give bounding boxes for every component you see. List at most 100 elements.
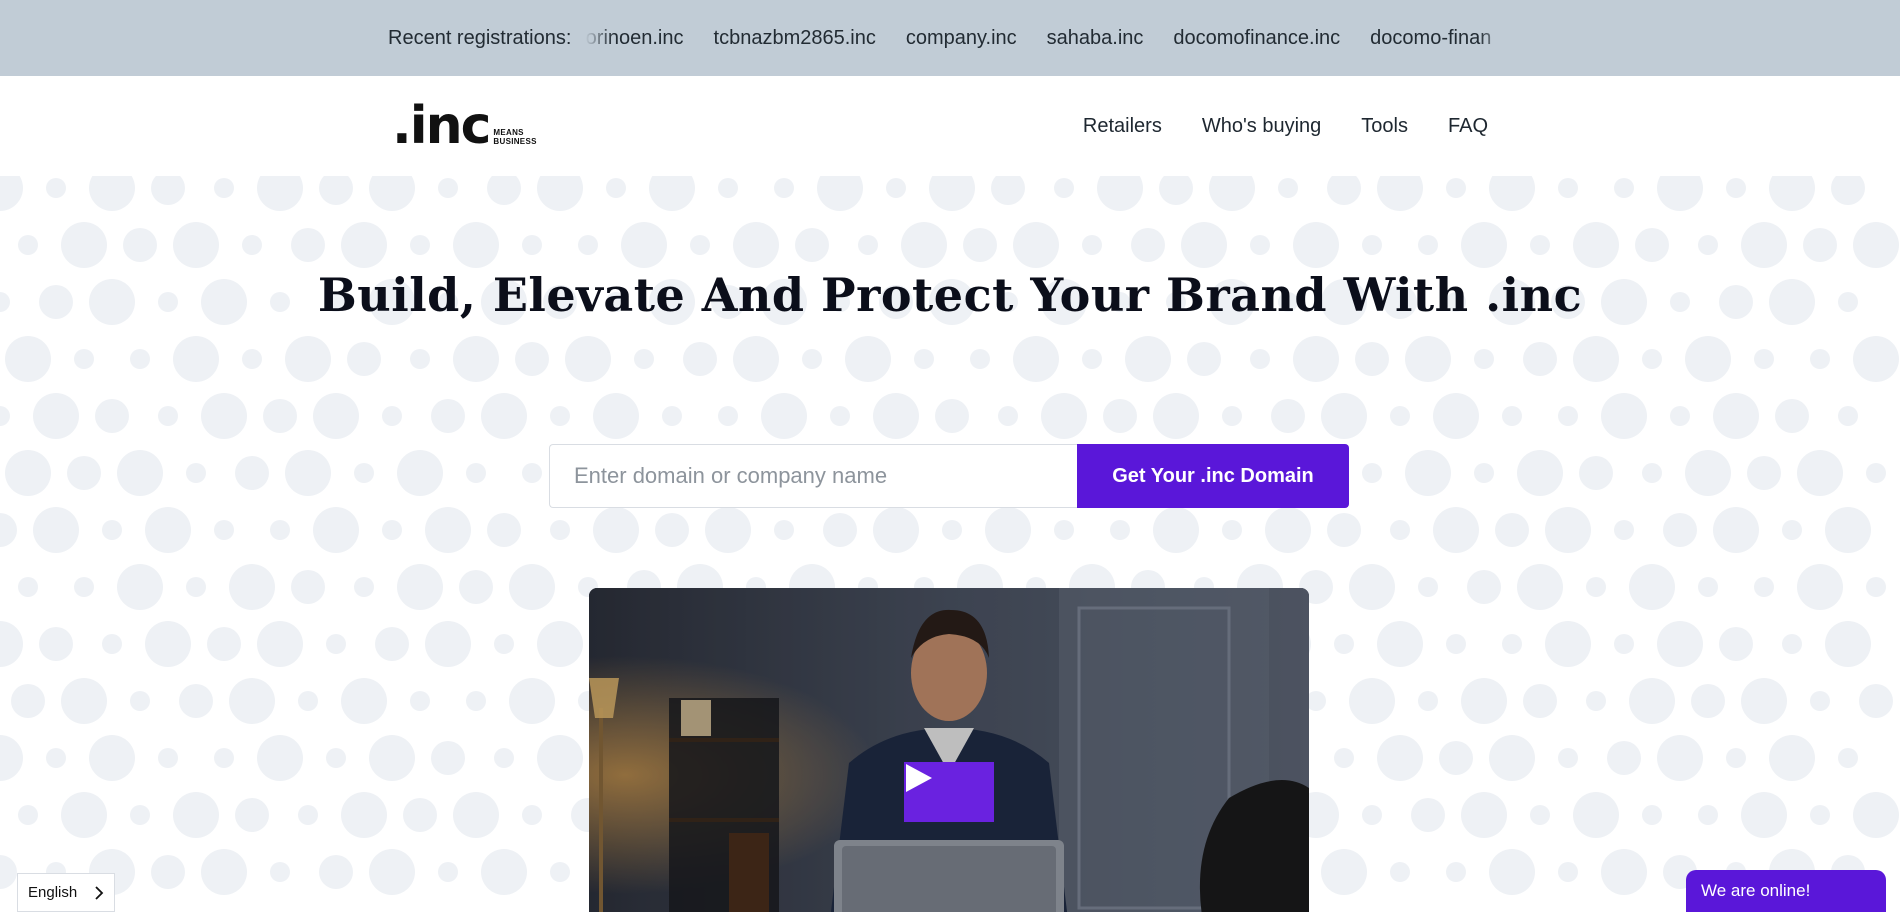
ticker-item[interactable]: tcbnazbm2865.inc [714,0,876,76]
decorative-dot [1446,862,1466,882]
decorative-dot [1418,691,1438,711]
domain-search-input[interactable] [549,444,1077,508]
decorative-dot [341,678,387,724]
decorative-dot [1489,176,1535,211]
decorative-dot [1698,235,1718,255]
decorative-dot [886,178,906,198]
decorative-dot [1362,235,1382,255]
decorative-dot [795,228,829,262]
promo-video[interactable] [589,588,1309,912]
decorative-dot [179,684,213,718]
decorative-dot [151,176,185,205]
decorative-dot [1769,176,1815,211]
ticker-item[interactable]: sahaba.inc [1047,0,1144,76]
logo-tagline: MEANS BUSINESS [493,128,536,146]
decorative-dot [341,792,387,838]
decorative-dot [1866,463,1886,483]
decorative-dot [117,450,163,496]
decorative-dot [425,507,471,553]
nav-retailers[interactable]: Retailers [1083,115,1162,138]
decorative-dot [397,564,443,610]
decorative-dot [985,507,1031,553]
decorative-dot [1741,678,1787,724]
decorative-dot [830,406,850,426]
nav-tools[interactable]: Tools [1361,115,1408,138]
decorative-dot [1558,178,1578,198]
decorative-dot [1769,735,1815,781]
chat-widget[interactable]: We are online! [1686,870,1886,912]
decorative-dot [1377,176,1423,211]
decorative-dot [823,513,857,547]
decorative-dot [1810,349,1830,369]
decorative-dot [1586,691,1606,711]
inc-logo[interactable]: .inc MEANS BUSINESS [392,100,537,152]
decorative-dot [235,456,269,490]
decorative-dot [733,336,779,382]
decorative-dot [1110,520,1130,540]
hero-title: Build, Elevate And Protect Your Brand Wi… [317,268,1583,322]
decorative-dot [1670,406,1690,426]
decorative-dot [1439,741,1473,775]
nav-faq[interactable]: FAQ [1448,115,1488,138]
decorative-dot [74,577,94,597]
ticker-item[interactable]: company.inc [906,0,1017,76]
decorative-dot [935,399,969,433]
get-domain-button[interactable]: Get Your .inc Domain [1077,444,1349,508]
decorative-dot [1698,805,1718,825]
decorative-dot [382,406,402,426]
decorative-dot [1390,862,1410,882]
decorative-dot [1362,805,1382,825]
decorative-dot [369,176,415,211]
decorative-dot [403,798,437,832]
decorative-dot [761,393,807,439]
logo-tagline-line-1: MEANS [493,128,524,137]
decorative-dot [410,349,430,369]
decorative-dot [509,678,555,724]
decorative-dot [1250,235,1270,255]
decorative-dot [257,735,303,781]
decorative-dot [1362,463,1382,483]
decorative-dot [11,684,45,718]
decorative-dot [1523,684,1557,718]
logo-mark: .inc [392,96,491,156]
decorative-dot [453,792,499,838]
ticker-item[interactable]: docomo-finan [1370,0,1491,76]
decorative-dot [61,792,107,838]
decorative-dot [326,748,346,768]
recent-registrations-ticker: morinoen.inc tcbnazbm2865.inc company.in… [585,0,1507,76]
decorative-dot [718,406,738,426]
decorative-dot [578,235,598,255]
decorative-dot [1642,349,1662,369]
decorative-dot [1573,792,1619,838]
decorative-dot [453,336,499,382]
ticker-item[interactable]: docomofinance.inc [1173,0,1340,76]
decorative-dot [1222,520,1242,540]
decorative-dot [1489,735,1535,781]
language-selector[interactable]: English [17,873,115,912]
decorative-dot [235,798,269,832]
nav-whos-buying[interactable]: Who's buying [1202,115,1321,138]
decorative-dot [1853,792,1899,838]
decorative-dot [1825,507,1871,553]
decorative-dot [634,349,654,369]
decorative-dot [1614,178,1634,198]
decorative-dot [1054,178,1074,198]
decorative-dot [123,228,157,262]
decorative-dot [1405,450,1451,496]
decorative-dot [1685,336,1731,382]
decorative-dot [802,349,822,369]
decorative-dot [1803,228,1837,262]
decorative-dot [201,849,247,895]
decorative-dot [214,520,234,540]
decorative-dot [102,520,122,540]
decorative-dot [1586,577,1606,597]
decorative-dot [1327,176,1361,205]
recent-registrations-label: Recent registrations: [388,27,572,49]
decorative-dot [410,235,430,255]
decorative-dot [431,399,465,433]
play-button[interactable] [904,762,994,822]
decorative-dot [1831,176,1865,205]
decorative-dot [173,792,219,838]
decorative-dot [1293,336,1339,382]
decorative-dot [145,621,191,667]
